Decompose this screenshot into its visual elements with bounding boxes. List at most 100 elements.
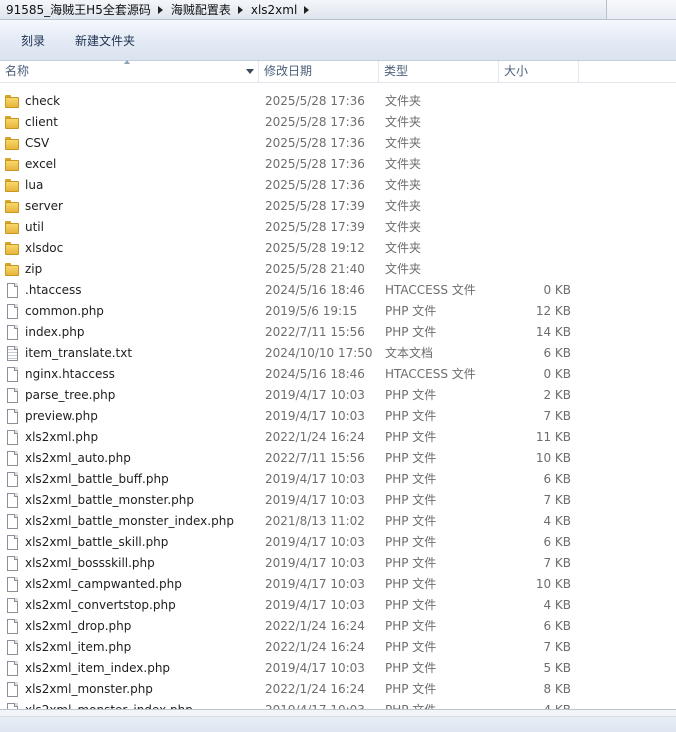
file-type: PHP 文件 [385, 556, 437, 570]
file-icon [5, 640, 19, 655]
file-modified-date: 2022/7/11 15:56 [265, 451, 365, 465]
list-item[interactable]: xlsdoc 2025/5/28 19:12 文件夹 [0, 238, 676, 259]
list-item[interactable]: xls2xml_bossskill.php 2019/4/17 10:03 PHP … [0, 553, 676, 574]
file-modified-date: 2024/5/16 18:46 [265, 283, 365, 297]
list-item[interactable]: zip 2025/5/28 21:40 文件夹 [0, 259, 676, 280]
folder-icon [5, 136, 19, 151]
list-item[interactable]: nginx.htaccess 2024/5/16 18:46 HTACCESS 文件… [0, 364, 676, 385]
horizontal-scrollbar[interactable] [0, 710, 676, 717]
folder-icon [5, 178, 19, 193]
file-name: index.php [25, 325, 85, 339]
list-item[interactable]: excel 2025/5/28 17:36 文件夹 [0, 154, 676, 175]
file-size: 10 KB [535, 577, 571, 591]
file-name: server [25, 199, 63, 213]
list-item[interactable]: preview.php 2019/4/17 10:03 PHP 文件 7 KB [0, 406, 676, 427]
list-item[interactable]: xls2xml_campwanted.php 2019/4/17 10:03 PHP… [0, 574, 676, 595]
chevron-right-icon[interactable] [237, 5, 243, 14]
file-type: 文件夹 [385, 136, 422, 150]
file-modified-date: 2019/4/17 10:03 [265, 556, 365, 570]
burn-button[interactable]: 刻录 [8, 27, 58, 54]
file-icon [5, 535, 19, 550]
list-item[interactable]: util 2025/5/28 17:39 文件夹 [0, 217, 676, 238]
list-item[interactable]: xls2xml_item_index.php 2019/4/17 10:03 PHP… [0, 658, 676, 679]
list-item[interactable]: lua 2025/5/28 17:36 文件夹 [0, 175, 676, 196]
file-modified-date: 2025/5/28 17:36 [265, 178, 365, 192]
list-item[interactable]: item_translate.txt 2024/10/10 17:50 文本文档 6 … [0, 343, 676, 364]
file-type: 文件夹 [385, 157, 422, 171]
chevron-right-icon[interactable] [304, 5, 310, 14]
list-item[interactable]: index.php 2022/7/11 15:56 PHP 文件 14 KB [0, 322, 676, 343]
list-item[interactable]: xls2xml_drop.php 2022/1/24 16:24 PHP 文件 6 K… [0, 616, 676, 637]
list-item[interactable]: server 2025/5/28 17:39 文件夹 [0, 196, 676, 217]
file-name: item_translate.txt [25, 346, 133, 360]
list-item[interactable]: xls2xml_monster.php 2022/1/24 16:24 PHP 文件… [0, 679, 676, 700]
list-item[interactable]: xls2xml_auto.php 2022/7/11 15:56 PHP 文件 10 … [0, 448, 676, 469]
file-name: xls2xml_drop.php [25, 619, 132, 633]
file-name: xls2xml_battle_monster.php [25, 493, 195, 507]
file-type: 文件夹 [385, 241, 422, 255]
file-name: xls2xml_auto.php [25, 451, 131, 465]
list-item[interactable]: xls2xml.php 2022/1/24 16:24 PHP 文件 11 KB [0, 427, 676, 448]
file-modified-date: 2019/4/17 10:03 [265, 409, 365, 423]
list-item[interactable]: client 2025/5/28 17:36 文件夹 [0, 112, 676, 133]
file-name: xls2xml_bossskill.php [25, 556, 155, 570]
list-item[interactable]: xls2xml_convertstop.php 2019/4/17 10:03 PH… [0, 595, 676, 616]
chevron-down-icon[interactable] [246, 69, 254, 74]
column-header-type[interactable]: 类型 [379, 61, 499, 83]
column-header-name[interactable]: 名称 [0, 60, 259, 83]
file-type: PHP 文件 [385, 451, 437, 465]
file-size: 2 KB [543, 388, 571, 402]
list-item[interactable]: xls2xml_item.php 2022/1/24 16:24 PHP 文件 7 K… [0, 637, 676, 658]
file-icon [5, 598, 19, 613]
file-type: PHP 文件 [385, 661, 437, 675]
list-item[interactable]: xls2xml_battle_monster_index.php 2021/8/1… [0, 511, 676, 532]
file-modified-date: 2019/4/17 10:03 [265, 661, 365, 675]
sort-ascending-icon [124, 60, 130, 64]
file-type: PHP 文件 [385, 472, 437, 486]
file-icon [5, 409, 19, 424]
breadcrumb-item[interactable]: 91585_海贼王H5全套源码 [6, 1, 151, 18]
file-icon [5, 661, 19, 676]
file-type: 文件夹 [385, 220, 422, 234]
file-icon [5, 577, 19, 592]
folder-icon [5, 262, 19, 277]
file-modified-date: 2022/1/24 16:24 [265, 619, 365, 633]
column-header-size[interactable]: 大小 [499, 61, 579, 83]
column-header-type-label: 类型 [384, 64, 409, 78]
breadcrumb-item[interactable]: xls2xml [251, 3, 297, 17]
list-item[interactable]: .htaccess 2024/5/16 18:46 HTACCESS 文件 0 KB [0, 280, 676, 301]
list-item[interactable]: xls2xml_monster_index.php 2019/4/17 10:03… [0, 700, 676, 709]
list-item[interactable]: xls2xml_battle_monster.php 2019/4/17 10:0… [0, 490, 676, 511]
file-list[interactable]: check 2025/5/28 17:36 文件夹 client 2025/5/28 1… [0, 91, 676, 709]
new-folder-button[interactable]: 新建文件夹 [62, 27, 148, 54]
file-type: PHP 文件 [385, 682, 437, 696]
file-modified-date: 2025/5/28 17:36 [265, 94, 365, 108]
file-icon [5, 451, 19, 466]
list-item[interactable]: common.php 2019/5/6 19:15 PHP 文件 12 KB [0, 301, 676, 322]
file-modified-date: 2024/5/16 18:46 [265, 367, 365, 381]
file-size: 10 KB [535, 451, 571, 465]
list-item[interactable]: parse_tree.php 2019/4/17 10:03 PHP 文件 2 KB [0, 385, 676, 406]
address-bar[interactable]: 91585_海贼王H5全套源码 海贼配置表 xls2xml [0, 0, 676, 20]
file-icon [5, 283, 19, 298]
file-modified-date: 2019/4/17 10:03 [265, 598, 365, 612]
file-modified-date: 2025/5/28 17:36 [265, 115, 365, 129]
list-item[interactable]: xls2xml_battle_skill.php 2019/4/17 10:03 P… [0, 532, 676, 553]
file-name: util [25, 220, 44, 234]
file-icon [5, 556, 19, 571]
file-size: 5 KB [543, 661, 571, 675]
file-type: PHP 文件 [385, 388, 437, 402]
file-name: xls2xml_item_index.php [25, 661, 171, 675]
file-type: 文本文档 [385, 346, 434, 360]
chevron-right-icon[interactable] [157, 5, 163, 14]
file-name: .htaccess [25, 283, 82, 297]
list-item[interactable]: xls2xml_battle_buff.php 2019/4/17 10:03 PH… [0, 469, 676, 490]
address-bar-dropdown-area[interactable] [606, 0, 676, 19]
column-header-date[interactable]: 修改日期 [259, 61, 379, 83]
file-type: 文件夹 [385, 94, 422, 108]
status-bar [0, 709, 676, 732]
breadcrumb-item[interactable]: 海贼配置表 [171, 1, 231, 18]
file-modified-date: 2025/5/28 17:36 [265, 136, 365, 150]
list-item[interactable]: check 2025/5/28 17:36 文件夹 [0, 91, 676, 112]
list-item[interactable]: CSV 2025/5/28 17:36 文件夹 [0, 133, 676, 154]
